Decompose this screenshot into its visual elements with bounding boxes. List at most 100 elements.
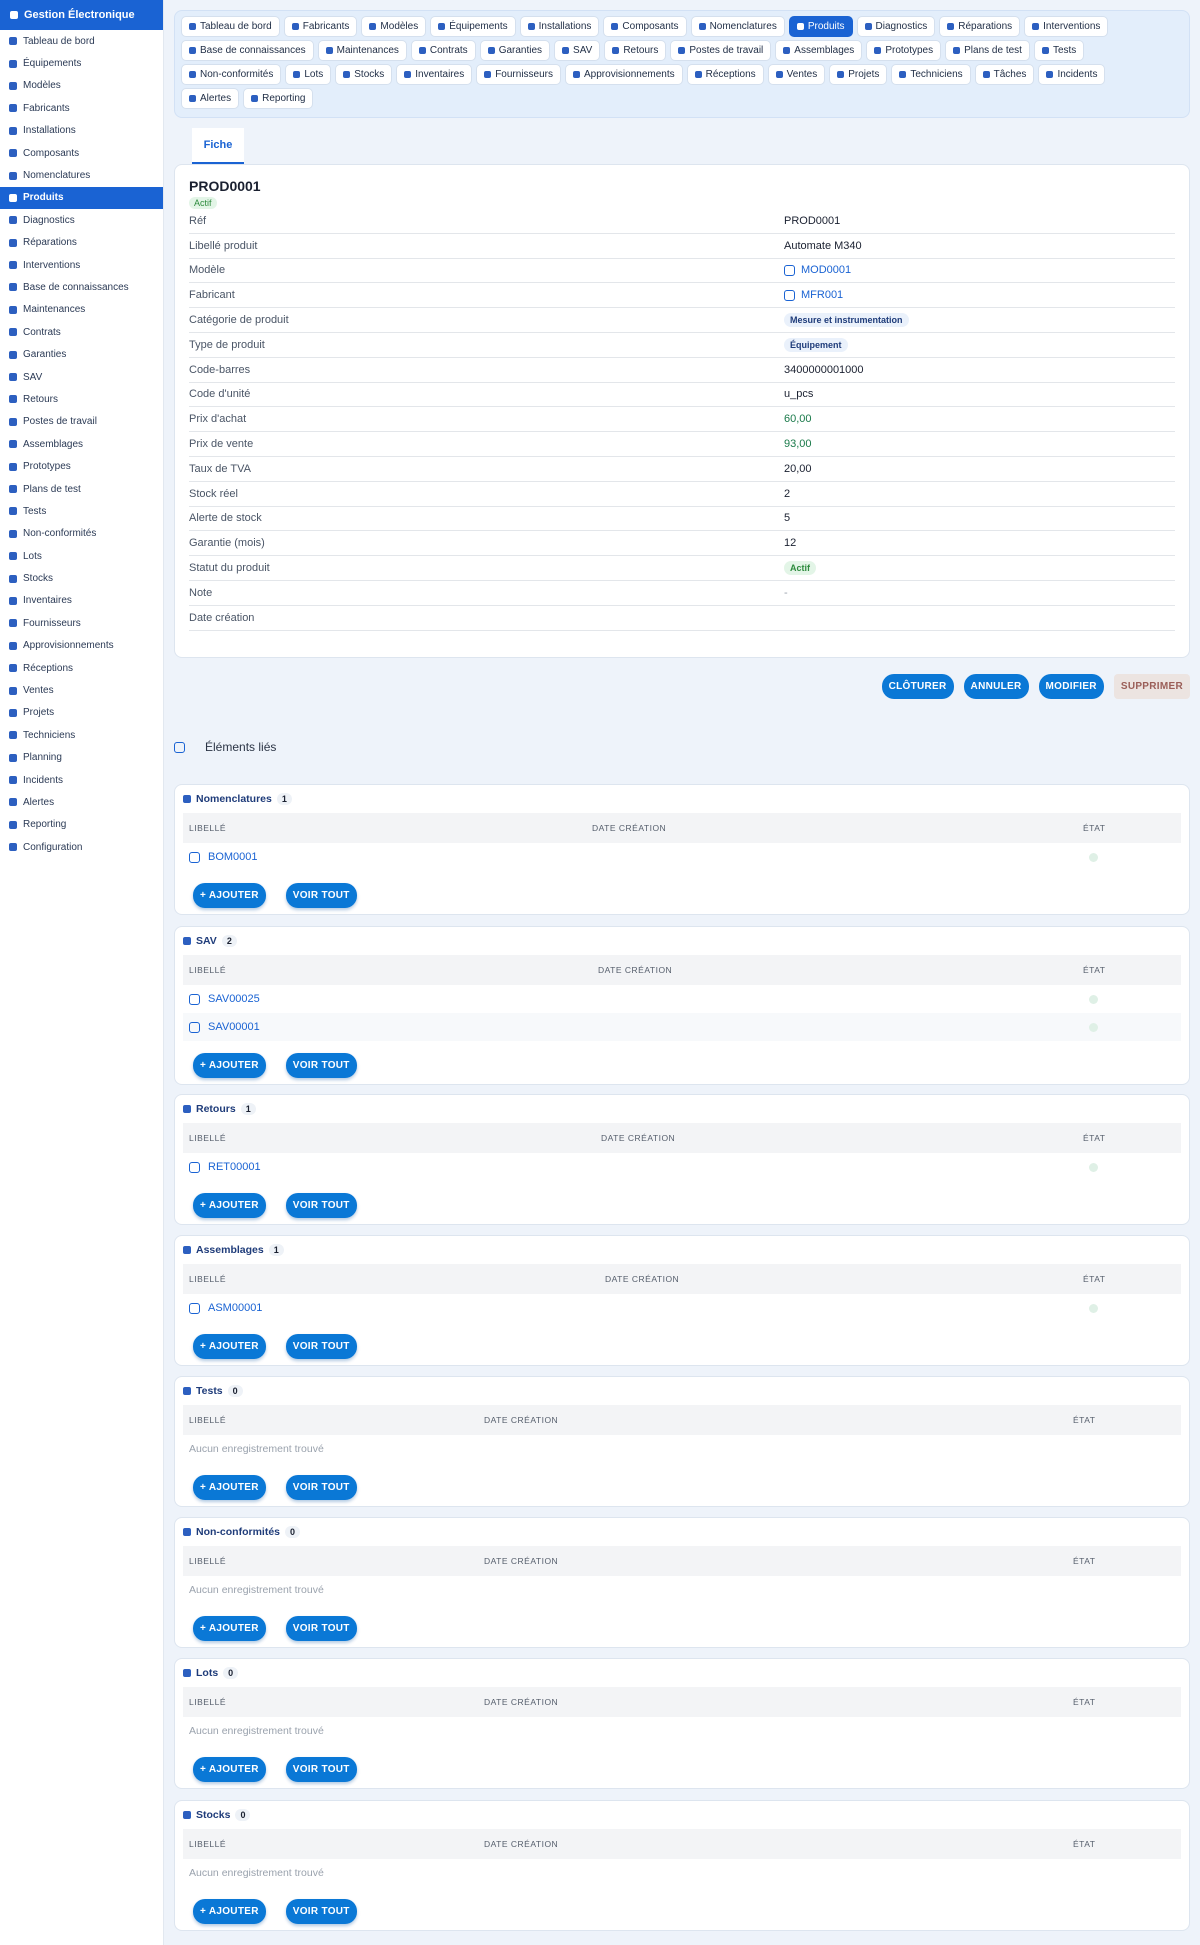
sidebar-item-postes-de-travail[interactable]: Postes de travail [0,411,163,433]
nav-composants[interactable]: Composants [603,16,687,37]
sidebar-item-reparations[interactable]: Réparations [0,232,163,254]
supprimer-button[interactable]: SUPPRIMER [1113,674,1190,699]
nav-reporting[interactable]: Reporting [243,88,314,109]
nav-equipements[interactable]: Équipements [430,16,516,37]
nav-incidents[interactable]: Incidents [1038,64,1106,85]
sidebar-item-projets[interactable]: Projets [0,702,163,724]
view-all-button[interactable]: VOIR TOUT [285,1334,357,1359]
nav-ventes[interactable]: Ventes [767,64,826,85]
row-link[interactable]: RET00001 [208,1161,261,1173]
field-link[interactable]: MOD0001 [801,264,851,276]
row-link[interactable]: SAV00001 [208,1021,260,1033]
view-all-button[interactable]: VOIR TOUT [285,1193,357,1218]
nav-stocks[interactable]: Stocks [335,64,393,85]
sidebar-item-base-de-connaissances[interactable]: Base de connaissances [0,276,163,298]
nav-non-conformites[interactable]: Non-conformités [181,64,282,85]
nav-tests[interactable]: Tests [1033,40,1085,61]
nav-inventaires[interactable]: Inventaires [396,64,473,85]
sidebar-item-incidents[interactable]: Incidents [0,769,163,791]
view-all-button[interactable]: VOIR TOUT [285,1899,357,1924]
table-row[interactable]: ASM00001 [183,1294,1181,1322]
nav-nomenclatures[interactable]: Nomenclatures [690,16,785,37]
nav-installations[interactable]: Installations [519,16,600,37]
sidebar-item-reporting[interactable]: Reporting [0,814,163,836]
view-all-button[interactable]: VOIR TOUT [285,883,357,908]
nav-fournisseurs[interactable]: Fournisseurs [476,64,562,85]
modifier-button[interactable]: MODIFIER [1038,674,1104,699]
nav-garanties[interactable]: Garanties [479,40,551,61]
sidebar-item-prototypes[interactable]: Prototypes [0,455,163,477]
table-row[interactable]: SAV00025 [183,985,1181,1013]
nav-prototypes[interactable]: Prototypes [866,40,942,61]
sidebar-item-garanties[interactable]: Garanties [0,343,163,365]
sidebar-item-alertes[interactable]: Alertes [0,791,163,813]
sidebar-item-tableau-de-bord[interactable]: Tableau de bord [0,30,163,52]
nav-alertes[interactable]: Alertes [181,88,240,109]
sidebar-item-composants[interactable]: Composants [0,142,163,164]
table-row[interactable]: RET00001 [183,1153,1181,1181]
sidebar-item-receptions[interactable]: Réceptions [0,657,163,679]
add-button[interactable]: + AJOUTER [193,1475,266,1500]
sidebar-item-non-conformites[interactable]: Non-conformités [0,523,163,545]
nav-receptions[interactable]: Réceptions [686,64,764,85]
nav-assemblages[interactable]: Assemblages [775,40,863,61]
nav-produits[interactable]: Produits [788,16,853,37]
nav-modeles[interactable]: Modèles [361,16,427,37]
sidebar-item-fabricants[interactable]: Fabricants [0,97,163,119]
sidebar-item-installations[interactable]: Installations [0,120,163,142]
sidebar-item-planning[interactable]: Planning [0,747,163,769]
sidebar-item-produits[interactable]: Produits [0,186,163,210]
row-link[interactable]: SAV00025 [208,993,260,1005]
sidebar-item-diagnostics[interactable]: Diagnostics [0,209,163,231]
sidebar-item-retours[interactable]: Retours [0,388,163,410]
sidebar-item-tests[interactable]: Tests [0,500,163,522]
add-button[interactable]: + AJOUTER [193,1899,266,1924]
nav-interventions[interactable]: Interventions [1024,16,1109,37]
nav-techniciens[interactable]: Techniciens [891,64,971,85]
sidebar-item-sav[interactable]: SAV [0,366,163,388]
add-button[interactable]: + AJOUTER [193,1616,266,1641]
sidebar-item-equipements[interactable]: Équipements [0,52,163,74]
nav-postes-de-travail[interactable]: Postes de travail [670,40,772,61]
sidebar-item-stocks[interactable]: Stocks [0,567,163,589]
view-all-button[interactable]: VOIR TOUT [285,1757,357,1782]
cloturer-button[interactable]: CLÔTURER [881,674,954,699]
sidebar-item-configuration[interactable]: Configuration [0,836,163,858]
sidebar-item-interventions[interactable]: Interventions [0,254,163,276]
sidebar-item-approvisionnements[interactable]: Approvisionnements [0,635,163,657]
add-button[interactable]: + AJOUTER [193,1334,266,1359]
add-button[interactable]: + AJOUTER [193,1053,266,1078]
nav-retours[interactable]: Retours [604,40,667,61]
view-all-button[interactable]: VOIR TOUT [285,1475,357,1500]
table-row[interactable]: SAV00001 [183,1013,1181,1041]
nav-sav[interactable]: SAV [554,40,601,61]
sidebar-item-fournisseurs[interactable]: Fournisseurs [0,612,163,634]
add-button[interactable]: + AJOUTER [193,883,266,908]
nav-diagnostics[interactable]: Diagnostics [856,16,936,37]
sidebar-item-plans-de-test[interactable]: Plans de test [0,478,163,500]
sidebar-item-ventes[interactable]: Ventes [0,679,163,701]
sidebar-item-modeles[interactable]: Modèles [0,75,163,97]
app-brand[interactable]: Gestion Électronique [0,0,163,30]
nav-fabricants[interactable]: Fabricants [283,16,358,37]
annuler-button[interactable]: ANNULER [963,674,1029,699]
row-link[interactable]: ASM00001 [208,1302,262,1314]
sidebar-item-techniciens[interactable]: Techniciens [0,724,163,746]
sidebar-item-nomenclatures[interactable]: Nomenclatures [0,164,163,186]
nav-maintenances[interactable]: Maintenances [317,40,407,61]
nav-plans-de-test[interactable]: Plans de test [945,40,1030,61]
nav-lots[interactable]: Lots [285,64,332,85]
nav-tableau-de-bord[interactable]: Tableau de bord [181,16,280,37]
tab-fiche[interactable]: Fiche [192,128,244,164]
row-link[interactable]: BOM0001 [208,851,258,863]
field-link[interactable]: MFR001 [801,289,843,301]
sidebar-item-lots[interactable]: Lots [0,545,163,567]
add-button[interactable]: + AJOUTER [193,1757,266,1782]
view-all-button[interactable]: VOIR TOUT [285,1053,357,1078]
add-button[interactable]: + AJOUTER [193,1193,266,1218]
sidebar-item-contrats[interactable]: Contrats [0,321,163,343]
nav-reparations[interactable]: Réparations [939,16,1021,37]
view-all-button[interactable]: VOIR TOUT [285,1616,357,1641]
nav-base-de-connaissances[interactable]: Base de connaissances [181,40,314,61]
sidebar-item-maintenances[interactable]: Maintenances [0,299,163,321]
